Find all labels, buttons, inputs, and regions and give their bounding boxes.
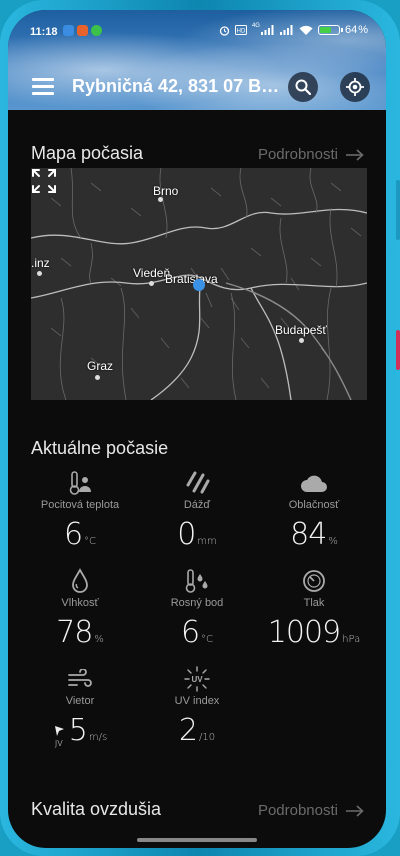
cloud-icon (301, 475, 327, 492)
uv-sun-icon: UV (184, 666, 210, 692)
uv-value: 2 (178, 713, 198, 748)
city-label-bratislava: Bratislava (165, 272, 218, 286)
humidity-label: Vlhkosť (61, 597, 99, 609)
city-dot-vieden (149, 281, 154, 286)
volte-icon: HD (234, 25, 247, 35)
uv-unit: /10 (199, 732, 216, 743)
search-icon (295, 79, 311, 95)
dew-point-tile[interactable]: Rosný bod 6 °C (137, 568, 257, 650)
wind-direction-arrow-icon (54, 726, 64, 736)
locate-button[interactable] (340, 72, 370, 102)
svg-text:HD: HD (237, 29, 246, 35)
arrow-right-icon (346, 804, 364, 817)
location-title[interactable]: Rybničná 42, 831 07 Bra... (72, 76, 286, 97)
notification-icons (63, 25, 102, 36)
current-weather-title: Aktuálne počasie (31, 438, 169, 458)
arrow-right-icon (346, 148, 364, 161)
power-button (396, 330, 400, 370)
map-borders (31, 208, 367, 400)
wind-value: 5 (68, 713, 88, 748)
map-details-label: Podrobnosti (257, 146, 338, 163)
city-label-brno: Brno (153, 184, 179, 198)
feels-like-tile[interactable]: Pocitová teplota 6 °C (20, 470, 140, 552)
city-label-linz: .inz (31, 256, 50, 270)
feels-like-value: 6 (63, 517, 83, 552)
cloudiness-label: Oblačnosť (288, 499, 340, 511)
wind-tile[interactable]: Vietor JV 5 m/s (20, 666, 140, 748)
fullscreen-expand-icon[interactable] (31, 168, 57, 194)
battery-percent: 64 (344, 24, 358, 36)
phone-frame: 11:18 HD 4G 64% Rybničná 42, 831 07 Bra.… (0, 0, 400, 856)
wind-label: Vietor (65, 695, 95, 707)
dew-point-label: Rosný bod (170, 597, 224, 609)
menu-button[interactable] (32, 78, 54, 95)
alarm-icon (219, 25, 230, 36)
search-button[interactable] (288, 72, 318, 102)
humidity-value: 78 (56, 615, 93, 650)
wind-icon (68, 669, 92, 687)
rain-value: 0 (177, 517, 196, 552)
map-section-title: Mapa počasia (31, 143, 144, 163)
chat-notification-icon (91, 25, 102, 36)
uv-tile[interactable]: UV UV index 2/10 (137, 666, 257, 748)
volume-button (396, 180, 400, 240)
air-quality-title: Kvalita ovzdušia (31, 799, 162, 819)
cloudiness-unit: % (328, 536, 338, 547)
wind-unit: m/s (88, 732, 108, 743)
thermometer-drops-icon (185, 569, 208, 593)
signal-icon-2 (279, 25, 293, 35)
cloudiness-value: 84 (290, 517, 327, 552)
air-quality-details-label: Podrobnosti (257, 802, 338, 819)
rain-unit: mm (197, 536, 217, 547)
pressure-label: Tlak (303, 597, 325, 609)
rain-icon (186, 471, 210, 494)
gesture-bar[interactable] (137, 838, 257, 842)
weather-map[interactable]: Brno .inz Viedeň Bratislava Budapešť Gra… (31, 168, 367, 400)
status-right-icons: HD 4G 64% (219, 23, 368, 36)
city-label-budapest: Budapešť (275, 323, 327, 337)
current-location-marker (193, 279, 205, 291)
pressure-tile[interactable]: Tlak 1009 hPa (254, 568, 374, 650)
uv-label: UV index (174, 695, 220, 707)
network-type: 4G (251, 23, 260, 29)
map-details-link[interactable]: Podrobnosti (258, 146, 364, 163)
rain-label: Dážď (183, 499, 211, 511)
city-label-graz: Graz (87, 359, 114, 373)
cloudiness-tile[interactable]: Oblačnosť 84% (254, 470, 374, 552)
app-screen: 11:18 HD 4G 64% Rybničná 42, 831 07 Bra.… (8, 10, 386, 848)
feels-like-unit: °C (84, 536, 97, 547)
gps-locate-icon (346, 78, 364, 96)
battery-icon (317, 25, 343, 35)
gauge-icon (303, 570, 325, 592)
wind-direction-label: JV (54, 739, 63, 748)
wind-direction: JV (53, 725, 65, 748)
dew-point-unit: °C (201, 634, 214, 645)
pressure-unit: hPa (342, 634, 361, 645)
feels-like-label: Pocitová teplota (40, 499, 120, 511)
app-notification-icon (77, 25, 88, 36)
dew-point-value: 6 (180, 615, 200, 650)
pressure-value: 1009 (267, 615, 341, 650)
status-bar: 11:18 HD 4G 64% (8, 10, 386, 46)
message-notification-icon (63, 25, 74, 36)
air-quality-details-link[interactable]: Podrobnosti (258, 802, 364, 819)
city-dot-linz (37, 271, 42, 276)
rain-tile[interactable]: Dážď 0 mm (137, 470, 257, 552)
humidity-unit: % (94, 634, 104, 645)
wifi-icon (299, 25, 313, 35)
uv-icon-text: UV (191, 675, 203, 684)
status-time: 11:18 (30, 26, 58, 38)
signal-icon (260, 25, 274, 35)
droplet-icon (72, 568, 88, 593)
city-dot-budapest (299, 338, 304, 343)
thermometer-person-icon (69, 471, 91, 495)
humidity-tile[interactable]: Vlhkosť 78% (20, 568, 140, 650)
city-dot-graz (95, 375, 100, 380)
